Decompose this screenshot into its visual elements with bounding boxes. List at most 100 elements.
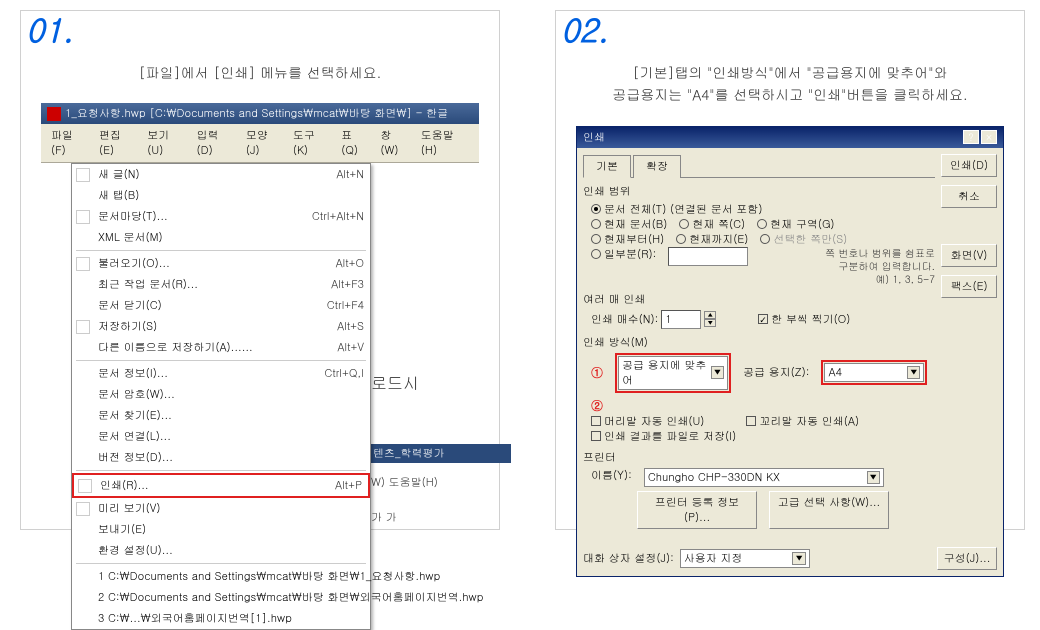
chevron-down-icon: ▼ bbox=[792, 552, 805, 565]
chevron-down-icon: ▼ bbox=[711, 366, 724, 379]
radio-icon bbox=[760, 234, 770, 244]
close-button[interactable]: × bbox=[981, 130, 997, 144]
print-range-group: 인쇄 범위 문서 전체(T) (연결된 문서 포함) 현재 문서(B) 현재 쪽… bbox=[583, 184, 935, 286]
menu-edit[interactable]: 편집(E) bbox=[93, 126, 141, 160]
menu-print[interactable]: 인쇄(R)...Alt+P bbox=[72, 473, 370, 498]
step-02-number: 02. bbox=[561, 6, 608, 51]
dialog-side-buttons: 인쇄(D) 취소 화면(V) 팩스(E) bbox=[941, 154, 997, 535]
radio-icon bbox=[591, 219, 601, 229]
config-button[interactable]: 구성(J)... bbox=[937, 547, 997, 570]
menu-doc-crypt[interactable]: 문서 암호(W)... bbox=[72, 384, 370, 405]
menu-doc-find[interactable]: 문서 찾기(E)... bbox=[72, 405, 370, 426]
file-menu-dropdown: 새 글(N)Alt+N 새 탭(B) 문서마당(T)...Ctrl+Alt+N … bbox=[71, 163, 371, 630]
spin-down-icon[interactable]: ▼ bbox=[704, 319, 716, 327]
menu-close[interactable]: 문서 닫기(C)Ctrl+F4 bbox=[72, 295, 370, 316]
menu-help[interactable]: 도움말(H) bbox=[415, 126, 475, 160]
menu-recent-2[interactable]: 2 C:\Documents and Settings\mcat\바탕 화면\외… bbox=[72, 587, 370, 608]
radio-cur-sec[interactable]: 현재 쪽(C) bbox=[679, 217, 745, 232]
menu-table[interactable]: 표(Q) bbox=[335, 126, 374, 160]
menu-doc-wizard[interactable]: 문서마당(T)...Ctrl+Alt+N bbox=[72, 206, 370, 227]
printer-reg-button[interactable]: 프린터 등록 정보(P)... bbox=[637, 491, 757, 529]
printer-name-select[interactable]: Chungho CHP-330DN KX▼ bbox=[644, 468, 884, 487]
radio-icon bbox=[757, 219, 767, 229]
paper-select[interactable]: A4▼ bbox=[824, 363, 924, 382]
menu-shape[interactable]: 모양(J) bbox=[240, 126, 287, 160]
hwp-window: 1_요청사항.hwp [C:\Documents and Settings\mc… bbox=[41, 103, 479, 630]
checkbox-icon bbox=[591, 416, 601, 426]
menu-save-as[interactable]: 다른 이름으로 저장하기(A)......Alt+V bbox=[72, 337, 370, 358]
copies-title: 여러 매 인쇄 bbox=[583, 292, 935, 307]
printer-icon bbox=[78, 479, 92, 493]
menu-doc-link[interactable]: 문서 연결(L)... bbox=[72, 426, 370, 447]
menu-recent[interactable]: 최근 작업 문서(R)...Alt+F3 bbox=[72, 274, 370, 295]
cancel-button[interactable]: 취소 bbox=[941, 185, 997, 208]
menu-new-doc[interactable]: 새 글(N)Alt+N bbox=[72, 164, 370, 185]
fax-button[interactable]: 팩스(E) bbox=[941, 275, 997, 298]
method-title: 인쇄 방식(M) bbox=[583, 335, 935, 350]
check-collate[interactable]: 한 부씩 찍기(O) bbox=[758, 310, 850, 329]
menu-file[interactable]: 파일(F) bbox=[45, 126, 93, 160]
menu-sep bbox=[76, 250, 366, 251]
menu-recent-1[interactable]: 1 C:\Documents and Settings\mcat\바탕 화면\1… bbox=[72, 566, 370, 587]
dialog-title-text: 인쇄 bbox=[583, 130, 605, 145]
radio-icon bbox=[591, 204, 601, 214]
tab-basic[interactable]: 기본 bbox=[583, 155, 631, 178]
tab-ext[interactable]: 확장 bbox=[633, 155, 681, 178]
menu-tool[interactable]: 도구(K) bbox=[287, 126, 335, 160]
menu-xml[interactable]: XML 문서(M) bbox=[72, 227, 370, 248]
step-02-panel: 02. [기본]탭의 "인쇄방식"에서 "공급용지에 맞추어"와 공급용지는 "… bbox=[555, 10, 1025, 530]
copies-group: 여러 매 인쇄 인쇄 매수(N): ▲▼ 한 부씩 찍기(O) bbox=[583, 292, 935, 329]
partial-range-input[interactable] bbox=[668, 247, 748, 266]
menu-recent-3[interactable]: 3 C:\...\외국어홈페이지번역[1].hwp bbox=[72, 608, 370, 629]
paper-label: 공급 용지(Z): bbox=[743, 365, 809, 380]
fit-paper-select[interactable]: 공급 용지에 맞추어▼ bbox=[618, 356, 728, 390]
menu-view[interactable]: 보기(U) bbox=[141, 126, 190, 160]
menu-input[interactable]: 입력(D) bbox=[191, 126, 240, 160]
menu-window[interactable]: 창(W) bbox=[374, 126, 414, 160]
radio-icon bbox=[676, 234, 686, 244]
radio-cur-from[interactable]: 현재부터(H) bbox=[591, 232, 664, 247]
check-to-file[interactable]: 인쇄 결과를 파일로 저장(I) bbox=[591, 429, 736, 444]
bg-text-3: W) 도움말(H) bbox=[371, 475, 511, 490]
help-button[interactable]: ? bbox=[963, 130, 979, 144]
radio-cur-doc[interactable]: 현재 문서(B) bbox=[591, 217, 667, 232]
menu-sep bbox=[76, 360, 366, 361]
step-01-instruction: [파일]에서 [인쇄] 메뉴를 선택하세요. bbox=[41, 61, 479, 83]
menu-open[interactable]: 불러오기(O)...Alt+O bbox=[72, 253, 370, 274]
menu-ver-info[interactable]: 버전 정보(D)... bbox=[72, 447, 370, 468]
hwp-menubar[interactable]: 파일(F) 편집(E) 보기(U) 입력(D) 모양(J) 도구(K) 표(Q)… bbox=[41, 124, 479, 163]
save-icon bbox=[76, 320, 90, 334]
print-button[interactable]: 인쇄(D) bbox=[941, 154, 997, 177]
dialog-footer: 대화 상자 설정(J): 사용자 지정▼ 구성(J)... bbox=[577, 541, 1003, 576]
menu-send[interactable]: 보내기(E) bbox=[72, 519, 370, 540]
printer-adv-button[interactable]: 고급 선택 사항(W)... bbox=[769, 491, 889, 529]
menu-preview[interactable]: 미리 보기(V) bbox=[72, 498, 370, 519]
bg-text-4: 가 가 bbox=[371, 510, 511, 525]
menu-env[interactable]: 환경 설정(U)... bbox=[72, 540, 370, 561]
radio-partial[interactable]: 일부분(R): bbox=[591, 247, 656, 262]
radio-cur-area[interactable]: 현재 구역(G) bbox=[757, 217, 834, 232]
radio-icon bbox=[591, 249, 601, 259]
background-fragments: 로드시 텐츠_학력평가 W) 도움말(H) 가 가 bbox=[371, 281, 511, 537]
menu-save[interactable]: 저장하기(S)Alt+S bbox=[72, 316, 370, 337]
hwp-title-text: 1_요청사항.hwp [C:\Documents and Settings\mc… bbox=[65, 106, 448, 121]
radio-all[interactable]: 문서 전체(T) (연결된 문서 포함) bbox=[591, 202, 763, 217]
menu-doc-info[interactable]: 문서 정보(I)...Ctrl+Q,I bbox=[72, 363, 370, 384]
bg-text-2: 텐츠_학력평가 bbox=[371, 444, 511, 463]
radio-cur-to[interactable]: 현재까지(E) bbox=[676, 232, 748, 247]
printer-title: 프린터 bbox=[583, 450, 935, 465]
check-ftr-auto[interactable]: 꼬리말 자동 인쇄(A) bbox=[746, 414, 859, 429]
step-02-instruction: [기본]탭의 "인쇄방식"에서 "공급용지에 맞추어"와 공급용지는 "A4"를… bbox=[576, 61, 1004, 106]
copies-input[interactable] bbox=[661, 310, 701, 329]
range-title: 인쇄 범위 bbox=[583, 184, 935, 199]
preview-icon bbox=[76, 502, 90, 516]
dialog-set-select[interactable]: 사용자 지정▼ bbox=[680, 549, 810, 568]
check-hdr-auto[interactable]: 머리말 자동 인쇄(U) bbox=[591, 414, 704, 429]
copies-spinner[interactable]: ▲▼ bbox=[704, 311, 716, 327]
menu-new-tab[interactable]: 새 탭(B) bbox=[72, 185, 370, 206]
screen-button[interactable]: 화면(V) bbox=[941, 244, 997, 267]
chevron-down-icon: ▼ bbox=[867, 471, 880, 484]
fit-paper-highlight: 공급 용지에 맞추어▼ bbox=[615, 353, 731, 393]
dialog-set-label: 대화 상자 설정(J): bbox=[583, 551, 674, 566]
checkbox-icon bbox=[591, 431, 601, 441]
